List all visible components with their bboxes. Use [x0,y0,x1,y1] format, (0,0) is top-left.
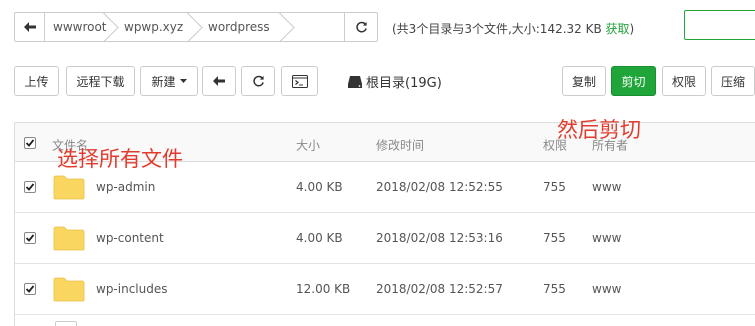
breadcrumb-item[interactable]: wordpress [200,13,292,41]
file-name[interactable]: wp-admin [96,180,155,194]
file-size: 4.00 KB [296,231,343,245]
refresh-icon [252,75,264,86]
row-checkbox[interactable] [24,181,36,193]
terminal-icon [291,74,308,88]
header-modified[interactable]: 修改时间 [376,137,424,154]
summary-close: ) [629,22,635,36]
checkbox-checked-icon [25,234,35,242]
breadcrumb: wwwroot wpwp.xyz wordpress [45,13,344,41]
annotation-then-cut: 然后剪切 [557,118,641,142]
breadcrumb-item[interactable]: wpwp.xyz [116,13,200,41]
upload-button[interactable]: 上传 [14,66,59,96]
disk-label: 根目录(19G) [366,76,442,91]
copy-button[interactable]: 复制 [562,66,606,96]
remote-download-button[interactable]: 远程下载 [66,66,135,96]
file-owner: www [592,282,622,296]
refresh-button[interactable] [241,66,275,96]
checkbox-checked-icon [25,183,35,191]
file-modified: 2018/02/08 12:52:57 [376,282,503,296]
file-size: 12.00 KB [296,282,351,296]
file-permission[interactable]: 755 [543,282,566,296]
file-permission[interactable]: 755 [543,231,566,245]
header-size[interactable]: 大小 [296,137,320,154]
file-owner: www [592,180,622,194]
table-row[interactable]: wp-includes 12.00 KB 2018/02/08 12:52:57… [15,264,755,315]
file-modified: 2018/02/08 12:52:55 [376,180,503,194]
file-name[interactable]: wp-content [96,231,164,245]
table-row[interactable]: wp-content 4.00 KB 2018/02/08 12:53:16 7… [15,213,755,264]
file-name[interactable]: wp-includes [96,282,168,296]
cut-button[interactable]: 剪切 [611,66,656,96]
new-button-label: 新建 [151,74,176,89]
new-dropdown-button[interactable]: 新建 [140,66,198,96]
row-checkbox[interactable] [24,232,36,244]
disk-indicator[interactable]: 根目录(19G) [348,72,442,91]
path-refresh-button[interactable] [344,13,377,41]
arrow-left-icon [23,22,36,32]
folder-icon [53,175,85,200]
folder-icon [53,226,85,251]
breadcrumb-item[interactable]: wwwroot [45,13,116,41]
fetch-size-link[interactable]: 获取 [606,22,630,36]
arrow-left-icon [213,76,225,86]
checkbox-checked-icon [25,285,35,293]
terminal-button[interactable] [281,66,318,96]
table-row-partial [15,315,755,326]
folder-icon [53,277,85,302]
path-bar: wwwroot wpwp.xyz wordpress [14,12,378,42]
compress-button[interactable]: 压缩 [711,66,755,96]
row-checkbox[interactable] [24,283,36,295]
summary-text: (共3个目录与3个文件,大小:142.32 KB [392,22,606,36]
select-all-checkbox[interactable] [24,137,36,149]
file-size: 4.00 KB [296,180,343,194]
path-back-button[interactable] [15,13,45,41]
annotation-select-all: 选择所有文件 [57,147,183,171]
file-permission[interactable]: 755 [543,180,566,194]
checkbox-checked-icon [25,139,35,147]
file-icon [55,321,77,326]
search-input[interactable] [684,10,755,40]
file-modified: 2018/02/08 12:53:16 [376,231,503,245]
caret-down-icon [179,79,187,83]
back-button[interactable] [202,66,236,96]
disk-icon [348,75,362,88]
file-owner: www [592,231,622,245]
permission-button[interactable]: 权限 [662,66,706,96]
refresh-icon [355,21,367,32]
directory-summary: (共3个目录与3个文件,大小:142.32 KB 获取) [392,20,634,37]
